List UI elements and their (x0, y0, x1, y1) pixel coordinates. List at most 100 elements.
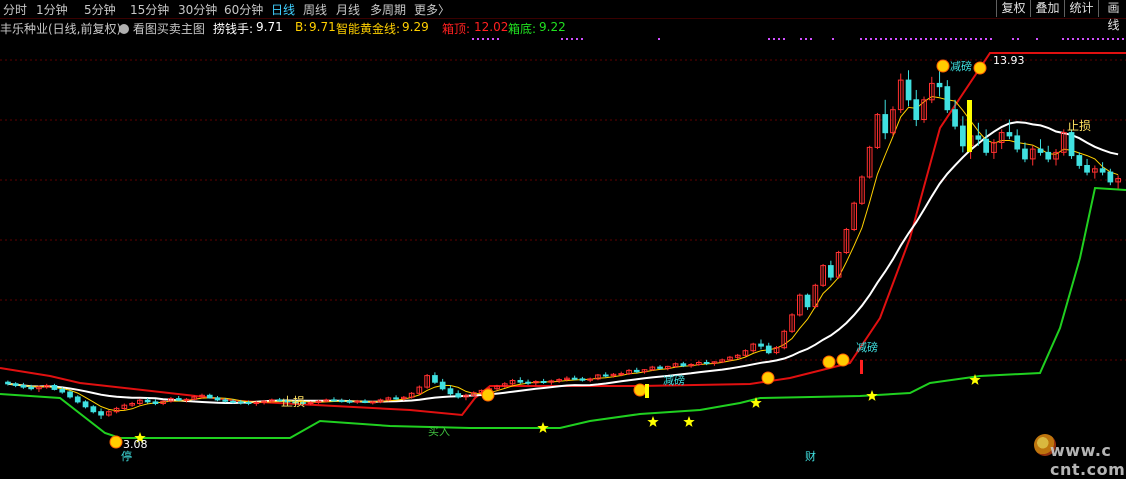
candle-body (944, 86, 951, 111)
adjust-button[interactable]: 复权 (996, 0, 1030, 17)
candle-body (1084, 165, 1090, 173)
more-periods-tab[interactable]: 更多〉 (414, 1, 450, 18)
smiley-icon (936, 59, 950, 73)
b-label: B: (295, 20, 308, 34)
signal-dot (778, 38, 780, 40)
candles (5, 62, 1122, 419)
signal-dot (890, 38, 892, 40)
candle-body (59, 388, 66, 393)
signal-dot (1122, 38, 1124, 40)
candle-body (882, 114, 889, 134)
signal-dot (658, 38, 660, 40)
period-tab-daily[interactable]: 日线 (271, 1, 295, 18)
overlay-button[interactable]: 叠加 (1030, 0, 1064, 17)
candle-body (1014, 135, 1021, 150)
signal-dot (581, 38, 583, 40)
candle-body (1045, 151, 1052, 160)
candle-body (152, 401, 159, 404)
candle-body (28, 386, 34, 390)
period-tab[interactable]: 1分钟 (36, 1, 68, 18)
candle-body (1022, 148, 1028, 160)
signal-dot (955, 38, 957, 40)
signal-dot (1097, 38, 1099, 40)
signal-dot (1092, 38, 1094, 40)
ma-gold-line (7, 95, 1119, 412)
signal-dot (895, 38, 897, 40)
gold-line-label: 智能黄金线: (336, 22, 401, 36)
signal-dot (832, 38, 834, 40)
signal-dots (472, 38, 1124, 40)
period-tab[interactable]: 周线 (303, 1, 327, 18)
box-top-value: 12.02 (474, 20, 509, 34)
period-tab[interactable]: 多周期 (370, 1, 406, 18)
signal-dot (915, 38, 917, 40)
candle-body (222, 399, 229, 402)
candle-body (960, 125, 966, 147)
period-tab[interactable]: 5分钟 (84, 1, 116, 18)
candle-body (214, 397, 221, 401)
candle-body (12, 383, 19, 386)
candle-body (758, 343, 764, 347)
signal-dot (885, 38, 887, 40)
signal-dot (1112, 38, 1114, 40)
signal-dot (783, 38, 785, 40)
reduce-label-3: 减磅 (950, 59, 972, 73)
candle-body (183, 398, 190, 401)
signal-dot (571, 38, 573, 40)
star-icon (683, 416, 695, 427)
signal-dot (930, 38, 932, 40)
signal-dot (773, 38, 775, 40)
signal-dot (935, 38, 937, 40)
signal-dot (910, 38, 912, 40)
candle-body (633, 369, 640, 373)
signal-dot (970, 38, 972, 40)
box-bottom-value: 9.22 (539, 20, 566, 34)
lqs-value: 9.71 (256, 20, 283, 34)
candle-body (144, 399, 151, 403)
statistics-button[interactable]: 统计 (1064, 0, 1098, 17)
period-tab[interactable]: 分时 (3, 1, 27, 18)
reduce-label-2: 减磅 (856, 340, 878, 354)
candle-body (540, 381, 547, 383)
kline-chart[interactable]: 止损 止损 减磅 减磅 减磅 买入 3.08 13.93 停 财 (0, 38, 1126, 462)
signal-dot (477, 38, 479, 40)
signal-dot (1062, 38, 1064, 40)
candle-body (338, 400, 345, 403)
candle-body (618, 373, 625, 376)
candle-body (952, 109, 958, 127)
candle-body (393, 397, 399, 400)
draw-line-button[interactable]: 画线 (1098, 0, 1126, 32)
finance-label: 财 (805, 449, 816, 462)
period-tab[interactable]: 60分钟 (224, 1, 263, 18)
candle-body (517, 380, 524, 383)
signal-dot (768, 38, 770, 40)
main-chart-selector[interactable]: 看图买卖主图 (119, 20, 205, 37)
candle-body (238, 401, 244, 404)
candle-body (5, 381, 11, 385)
candle-body (307, 402, 314, 404)
signal-dot (940, 38, 942, 40)
smiley-icon (109, 435, 123, 449)
signal-dot (1102, 38, 1104, 40)
stop-loss-label-1: 止损 (281, 395, 305, 409)
smiley-icon (973, 61, 987, 75)
candle-body (703, 362, 710, 364)
candle-body (245, 402, 252, 404)
candle-body (230, 400, 236, 403)
signal-dot (566, 38, 568, 40)
star-icon (647, 416, 659, 427)
candle-body (253, 402, 260, 404)
period-tab[interactable]: 30分钟 (178, 1, 217, 18)
signal-dot (1067, 38, 1069, 40)
signal-dot (800, 38, 802, 40)
period-tab[interactable]: 15分钟 (130, 1, 169, 18)
candle-body (602, 374, 609, 377)
candle-body (362, 400, 368, 404)
candle-body (51, 385, 58, 390)
period-tab[interactable]: 月线 (336, 1, 360, 18)
signal-dot (1077, 38, 1079, 40)
candle-body (657, 366, 663, 369)
candle-body (936, 82, 943, 88)
candle-body (913, 99, 920, 120)
signal-dot (900, 38, 902, 40)
